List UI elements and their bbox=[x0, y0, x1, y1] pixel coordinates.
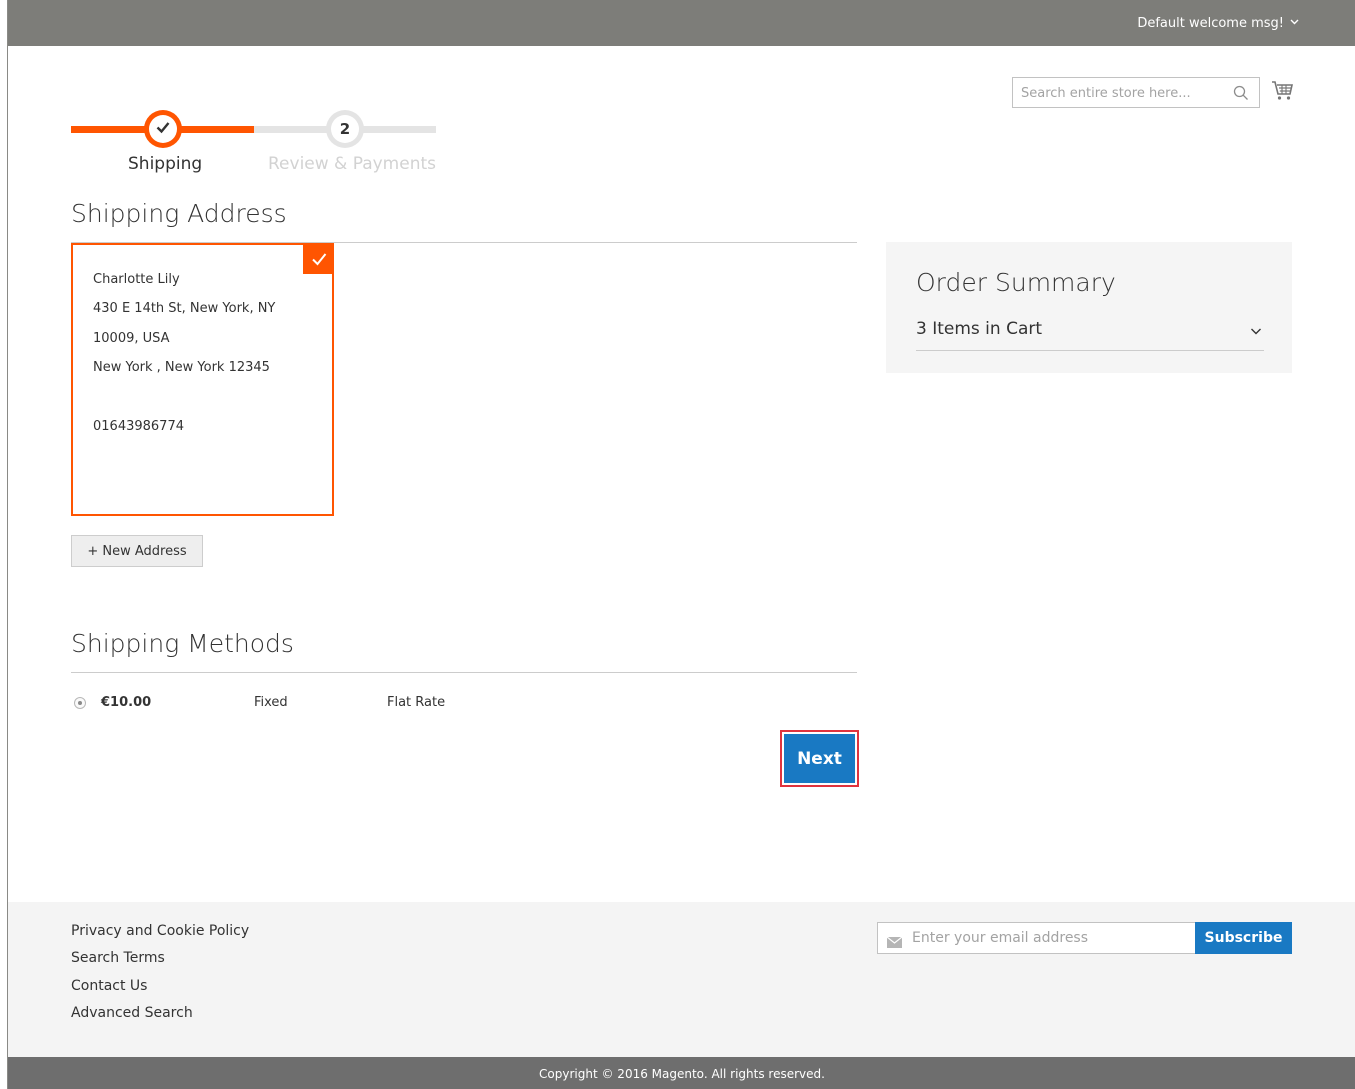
checkout-progress-bar: 2 Shipping Review & Payments bbox=[71, 106, 441, 186]
shipping-address-title: Shipping Address bbox=[71, 199, 287, 228]
selected-check-icon bbox=[303, 243, 334, 274]
newsletter-box bbox=[877, 922, 1196, 954]
address-name: Charlotte Lily bbox=[93, 272, 180, 287]
method-carrier: Flat Rate bbox=[387, 695, 446, 710]
step-label-shipping[interactable]: Shipping bbox=[128, 154, 202, 174]
copyright-bar: Copyright © 2016 Magento. All rights res… bbox=[8, 1057, 1355, 1089]
step-label-review: Review & Payments bbox=[268, 154, 436, 174]
new-address-button[interactable]: + New Address bbox=[71, 535, 203, 567]
top-bar: Default welcome msg! bbox=[8, 0, 1355, 46]
items-in-cart-toggle[interactable]: 3 Items in Cart bbox=[916, 319, 1042, 339]
search-box bbox=[1012, 77, 1260, 108]
order-summary-panel: Order Summary 3 Items in Cart bbox=[886, 242, 1292, 373]
divider bbox=[916, 350, 1264, 351]
next-button-highlight: Next bbox=[780, 730, 859, 787]
footer-link-search-terms[interactable]: Search Terms bbox=[71, 950, 165, 966]
step-shipping-indicator bbox=[144, 110, 182, 148]
chevron-down-icon[interactable] bbox=[1289, 16, 1300, 30]
subscribe-button[interactable]: Subscribe bbox=[1195, 922, 1292, 954]
method-price: €10.00 bbox=[101, 695, 152, 710]
search-input[interactable] bbox=[1021, 84, 1221, 102]
chevron-down-icon[interactable] bbox=[1250, 322, 1262, 335]
method-type: Fixed bbox=[254, 695, 288, 710]
envelope-icon bbox=[886, 933, 903, 948]
newsletter-email-input[interactable] bbox=[912, 929, 1182, 947]
welcome-message[interactable]: Default welcome msg! bbox=[1137, 16, 1284, 31]
address-street: 430 E 14th St, New York, NY bbox=[93, 301, 276, 316]
footer-link-contact[interactable]: Contact Us bbox=[71, 978, 147, 994]
footer-link-advanced-search[interactable]: Advanced Search bbox=[71, 1005, 193, 1021]
order-summary-title: Order Summary bbox=[916, 268, 1116, 297]
footer-link-privacy[interactable]: Privacy and Cookie Policy bbox=[71, 923, 249, 939]
divider bbox=[71, 672, 857, 673]
address-zip-country: 10009, USA bbox=[93, 331, 170, 346]
shipping-method-row[interactable]: €10.00 Fixed Flat Rate bbox=[71, 694, 857, 714]
shipping-methods-title: Shipping Methods bbox=[71, 629, 294, 658]
copyright-text: Copyright © 2016 Magento. All rights res… bbox=[539, 1067, 825, 1081]
cart-icon[interactable] bbox=[1271, 79, 1295, 103]
page: Default welcome msg! Search entire store… bbox=[7, 0, 1355, 1089]
search-icon[interactable] bbox=[1233, 85, 1249, 101]
next-button[interactable]: Next bbox=[784, 734, 855, 783]
step-number: 2 bbox=[331, 115, 359, 143]
footer: Privacy and Cookie Policy Search Terms C… bbox=[8, 902, 1355, 1057]
address-phone: 01643986774 bbox=[93, 419, 184, 434]
shipping-method-radio[interactable] bbox=[74, 697, 86, 709]
checkmark-icon bbox=[155, 119, 171, 139]
selected-address-card[interactable]: Charlotte Lily 430 E 14th St, New York, … bbox=[71, 243, 334, 516]
address-city-region: New York , New York 12345 bbox=[93, 360, 270, 375]
step-review-indicator: 2 bbox=[326, 110, 364, 148]
